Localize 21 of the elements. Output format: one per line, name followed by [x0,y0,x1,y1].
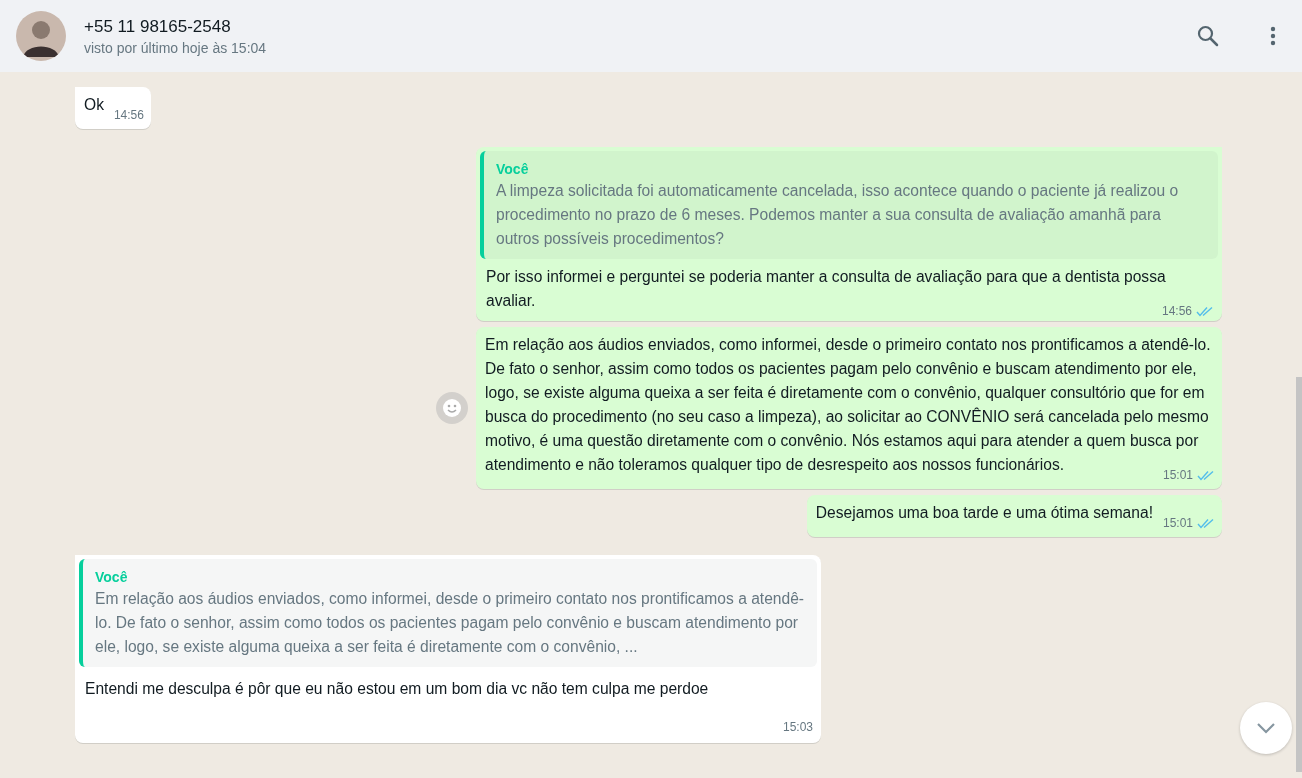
last-seen-status: visto por último hoje às 15:04 [84,39,268,56]
quoted-message[interactable] [79,559,817,667]
message-text: Desejamos uma boa tarde e uma ótima semana! [815,504,1153,521]
menu-icon [1270,26,1276,46]
contact-name[interactable]: +55 11 98165-2548 [84,16,1152,37]
quote-text: Em relação aos áudios enviados, como informei, desde o primeiro contato nos prontificamos a atendê-lo. De fato o senhor, assim como todos os pacientes pagam pelo convênio e buscam atendimento por ele, logo, se existe alguma queixa a ser feita é diretamente com o convênio, ... [95,589,805,657]
scrollbar[interactable] [1296,377,1302,772]
quoted-message[interactable] [480,151,1218,259]
message-time: 15:03 [782,719,813,736]
quote-text: A limpeza solicitada foi automaticamente cancelada, isso acontece quando o paciente já realizou o procedimento no prazo de 6 meses. Podemos manter a sua consulta de avaliação amanhã para outros possíveis procedimentos? [496,181,1180,249]
search-icon [1196,24,1220,48]
smiley-icon [442,398,462,418]
chevron-down-icon [1256,722,1276,734]
quote-author: Você [496,160,530,179]
message-time: 15:01 [1162,515,1193,532]
message-text: Entendi me desculpa é pôr que eu não estou em um bom dia vc não tem culpa me perdoe [85,679,710,699]
message-text: Ok [84,96,104,113]
avatar-photo-placeholder[interactable] [16,11,66,61]
quote-author: Você [95,568,129,587]
message-time: 14:56 [1161,303,1192,320]
message-time: 14:56 [113,107,144,124]
